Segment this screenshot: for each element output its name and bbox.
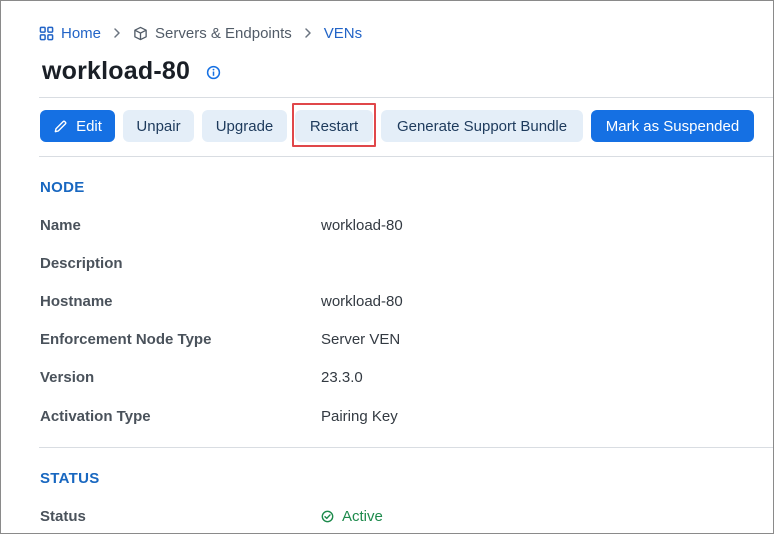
grid-icon <box>39 26 54 40</box>
unpair-button[interactable]: Unpair <box>123 110 194 142</box>
cube-icon <box>134 26 147 40</box>
header-divider <box>39 97 773 98</box>
edit-button-label: Edit <box>76 117 102 135</box>
hostname-value: workload-80 <box>321 293 403 310</box>
description-label: Description <box>40 255 123 272</box>
version-value: 23.3.0 <box>321 369 363 386</box>
breadcrumb: Home Servers & Endpoints VENs <box>39 23 362 43</box>
page-title: workload-80 <box>42 57 191 85</box>
chevron-right-icon <box>114 28 120 38</box>
ven-detail-page: Home Servers & Endpoints VENs workload-8… <box>0 0 774 534</box>
breadcrumb-vens-label[interactable]: VENs <box>324 25 362 42</box>
enforcement-node-type-label: Enforcement Node Type <box>40 331 212 348</box>
check-circle-icon <box>321 510 334 523</box>
chevron-right-icon <box>305 28 311 38</box>
pencil-icon <box>54 120 67 132</box>
status-section-title: STATUS <box>40 470 100 487</box>
generate-support-bundle-button[interactable]: Generate Support Bundle <box>381 110 583 142</box>
activation-type-value: Pairing Key <box>321 408 398 425</box>
name-label: Name <box>40 217 81 234</box>
action-toolbar: Edit Unpair Upgrade Restart Generate Sup… <box>40 110 762 142</box>
status-label: Status <box>40 508 86 525</box>
status-value-label: Active <box>342 508 383 525</box>
restart-highlight-box <box>292 103 376 147</box>
edit-button[interactable]: Edit <box>40 110 115 142</box>
node-section-title: NODE <box>40 179 85 196</box>
breadcrumb-servers[interactable]: Servers & Endpoints <box>133 25 292 42</box>
title-row: workload-80 <box>42 57 221 86</box>
breadcrumb-home-label[interactable]: Home <box>61 25 101 42</box>
generate-support-bundle-label: Generate Support Bundle <box>396 117 568 135</box>
breadcrumb-servers-label[interactable]: Servers & Endpoints <box>155 25 292 42</box>
unpair-button-label: Unpair <box>136 117 181 135</box>
info-icon[interactable] <box>206 65 221 80</box>
breadcrumb-vens[interactable]: VENs <box>324 25 362 42</box>
name-value: workload-80 <box>321 217 403 234</box>
toolbar-divider <box>39 156 773 157</box>
activation-type-label: Activation Type <box>40 408 151 425</box>
upgrade-button[interactable]: Upgrade <box>202 110 287 142</box>
breadcrumb-home[interactable]: Home <box>39 25 101 42</box>
enforcement-node-type-value: Server VEN <box>321 331 401 348</box>
node-divider <box>39 447 773 448</box>
version-label: Version <box>40 369 95 386</box>
mark-as-suspended-label: Mark as Suspended <box>605 117 740 135</box>
upgrade-button-label: Upgrade <box>215 117 274 135</box>
mark-as-suspended-button[interactable]: Mark as Suspended <box>591 110 754 142</box>
status-value: Active <box>321 508 383 525</box>
hostname-label: Hostname <box>40 293 113 310</box>
